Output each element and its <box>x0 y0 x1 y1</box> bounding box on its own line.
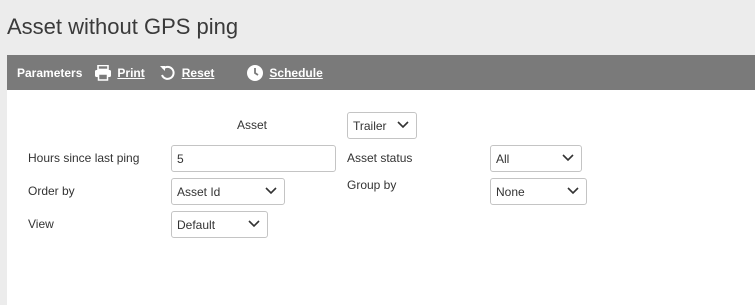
asset-label: Asset <box>237 118 268 132</box>
printer-icon <box>95 64 112 81</box>
group-by-select[interactable]: None <box>490 178 587 205</box>
view-select-value: Default <box>177 217 216 232</box>
view-select[interactable]: Default <box>171 211 268 238</box>
page-title: Asset without GPS ping <box>7 14 239 39</box>
reset-button[interactable]: Reset <box>159 65 215 81</box>
asset-status-select-value: All <box>496 151 510 166</box>
hours-since-last-ping-label: Hours since last ping <box>28 151 140 165</box>
asset-select[interactable]: Trailer <box>347 112 417 139</box>
group-by-select-value: None <box>496 184 525 199</box>
chevron-down-icon <box>397 121 409 129</box>
parameters-panel: Asset Trailer Hours since last ping Asse… <box>7 90 755 305</box>
chevron-down-icon <box>265 187 277 195</box>
chevron-down-icon <box>567 187 579 195</box>
asset-status-select[interactable]: All <box>490 145 582 172</box>
print-button[interactable]: Print <box>94 64 145 81</box>
hours-since-last-ping-input[interactable] <box>171 145 336 172</box>
reset-label: Reset <box>181 65 215 80</box>
print-label: Print <box>117 65 145 80</box>
view-label: View <box>28 217 54 231</box>
chevron-down-icon <box>248 220 260 228</box>
asset-status-label: Asset status <box>347 151 413 165</box>
reset-icon <box>159 65 175 80</box>
parameters-toolbar: Parameters Print Reset Schedule <box>7 55 755 90</box>
clock-icon <box>247 64 264 81</box>
schedule-label: Schedule <box>269 65 323 80</box>
asset-select-value: Trailer <box>353 118 387 133</box>
chevron-down-icon <box>562 154 574 162</box>
order-by-select[interactable]: Asset Id <box>171 178 285 205</box>
order-by-label: Order by <box>28 184 75 198</box>
parameters-label: Parameters <box>17 65 83 80</box>
order-by-select-value: Asset Id <box>177 184 221 199</box>
group-by-label: Group by <box>347 178 397 192</box>
schedule-button[interactable]: Schedule <box>246 64 323 82</box>
